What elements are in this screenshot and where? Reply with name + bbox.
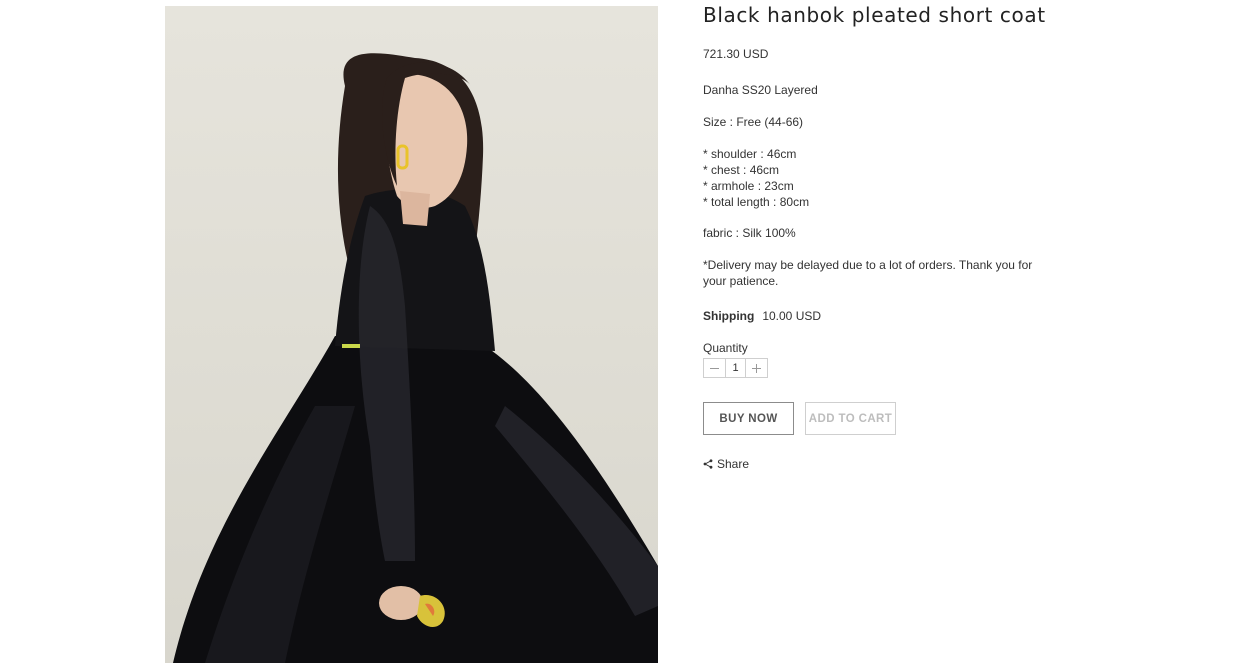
shipping-value: 10.00 USD bbox=[762, 309, 822, 323]
measurement-chest: * chest : 46cm bbox=[703, 163, 780, 177]
product-brand: Danha SS20 Layered bbox=[703, 83, 818, 97]
quantity-decrease-button[interactable] bbox=[704, 359, 725, 377]
quantity-stepper: 1 bbox=[703, 358, 768, 378]
quantity-input[interactable]: 1 bbox=[725, 359, 746, 377]
delivery-note: *Delivery may be delayed due to a lot of… bbox=[703, 258, 1033, 288]
shipping-info: Shipping 10.00 USD bbox=[703, 308, 821, 324]
share-button[interactable]: Share bbox=[703, 457, 749, 471]
measurement-shoulder: * shoulder : 46cm bbox=[703, 147, 797, 161]
product-size: Size : Free (44-66) bbox=[703, 115, 804, 129]
product-price: 721.30 USD bbox=[703, 47, 769, 61]
quantity-increase-button[interactable] bbox=[746, 359, 767, 377]
minus-icon bbox=[710, 367, 719, 369]
buy-now-button[interactable]: BUY NOW bbox=[703, 402, 794, 435]
add-to-cart-button[interactable]: ADD TO CART bbox=[805, 402, 896, 435]
shipping-label: Shipping bbox=[703, 309, 755, 323]
measurement-list: * shoulder : 46cm * chest : 46cm * armho… bbox=[703, 146, 809, 210]
product-fabric: fabric : Silk 100% bbox=[703, 226, 796, 240]
quantity-label: Quantity bbox=[703, 341, 748, 355]
product-title: Black hanbok pleated short coat bbox=[703, 3, 1046, 27]
measurement-armhole: * armhole : 23cm bbox=[703, 179, 794, 193]
measurement-total-length: * total length : 80cm bbox=[703, 195, 810, 209]
plus-icon bbox=[752, 363, 761, 373]
share-label: Share bbox=[717, 457, 750, 471]
product-image bbox=[165, 6, 658, 663]
share-icon bbox=[703, 459, 713, 469]
